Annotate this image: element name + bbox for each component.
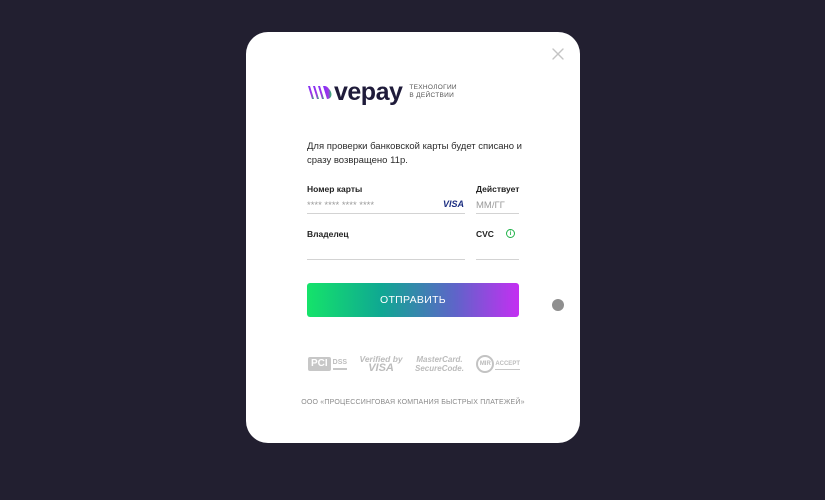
- holder-label: Владелец: [307, 229, 349, 239]
- side-scroll-indicator[interactable]: [552, 299, 564, 311]
- vepay-logo-mark-icon: [308, 86, 332, 99]
- brand-name: vepay: [334, 78, 403, 106]
- cvc-input[interactable]: [476, 243, 519, 260]
- company-name: ООО «ПРОЦЕССИНГОВАЯ КОМПАНИЯ БЫСТРЫХ ПЛА…: [301, 399, 525, 406]
- visa-card-brand-icon: VISA: [443, 199, 465, 209]
- expiry-input[interactable]: [476, 197, 519, 214]
- brand-logo: vepay технологии в действии: [307, 78, 469, 106]
- close-icon[interactable]: [552, 48, 564, 60]
- cvc-label: CVC: [476, 229, 494, 239]
- security-logos: PCI DSS Verified by VISA MasterCard. Sec…: [308, 354, 520, 374]
- mastercard-securecode-logo: MasterCard. SecureCode.: [415, 355, 464, 373]
- verification-notice: Для проверки банковской карты будет спис…: [307, 141, 522, 166]
- holder-input[interactable]: [307, 243, 465, 260]
- card-number-label: Номер карты: [307, 184, 363, 194]
- info-icon[interactable]: i: [506, 229, 515, 238]
- brand-tagline: технологии в действии: [409, 84, 457, 99]
- verified-by-visa-logo: Verified by VISA: [359, 354, 403, 374]
- mir-accept-logo: MIR ACCEPT: [476, 355, 520, 373]
- expiry-label: Действует: [476, 184, 520, 194]
- card-number-input[interactable]: [307, 197, 465, 214]
- submit-button[interactable]: ОТПРАВИТЬ: [307, 283, 519, 317]
- payment-modal: vepay технологии в действии Для проверки…: [246, 32, 580, 443]
- pci-dss-logo: PCI DSS: [308, 357, 348, 371]
